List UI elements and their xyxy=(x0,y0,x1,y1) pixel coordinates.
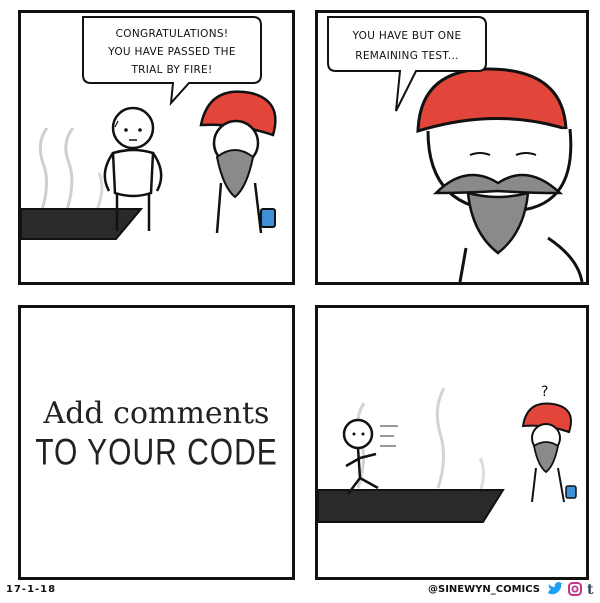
stick-figure-body xyxy=(111,148,155,198)
water-bucket xyxy=(260,208,276,228)
smoke-line xyxy=(64,127,75,214)
comic-date: 17-1-18 xyxy=(6,584,57,595)
sign-text-line1: Add comments xyxy=(43,396,270,431)
panel-1-art: CONGRATULATIONS! YOU HAVE PASSED THE TRI… xyxy=(21,16,277,240)
old-man-beard xyxy=(466,191,530,255)
speech-line: YOU HAVE PASSED THE xyxy=(107,46,236,58)
smoke-line xyxy=(94,172,104,214)
comic-panel-3: Add comments TO YOUR CODE xyxy=(18,305,295,580)
water-bucket xyxy=(565,485,577,499)
tumblr-icon: t xyxy=(587,582,594,598)
hot-coals xyxy=(318,489,505,523)
speech-line: REMAINING TEST... xyxy=(355,50,459,62)
old-man-beard xyxy=(532,441,560,474)
speech-line: TRIAL BY FIRE! xyxy=(130,64,212,76)
stick-figure-head xyxy=(342,418,374,450)
stick-figure-head xyxy=(111,106,155,150)
question-mark: ? xyxy=(541,384,548,400)
smoke-line xyxy=(435,387,446,489)
instagram-icon xyxy=(568,582,582,596)
speech-line: YOU HAVE BUT ONE xyxy=(352,30,462,42)
comic-panel-2: YOU HAVE BUT ONE REMAINING TEST... xyxy=(315,10,589,285)
comic-panel-4: ? xyxy=(315,305,589,580)
panel-2-art: YOU HAVE BUT ONE REMAINING TEST... xyxy=(327,16,584,282)
old-man-turban xyxy=(416,67,568,134)
author-handle: @SINEWYN_COMICS xyxy=(428,584,541,595)
speech-line: CONGRATULATIONS! xyxy=(116,28,229,40)
twitter-icon xyxy=(548,582,563,595)
old-man-beard xyxy=(215,149,255,199)
comic-panel-1: CONGRATULATIONS! YOU HAVE PASSED THE TRI… xyxy=(18,10,295,285)
sign-text-line2: TO YOUR CODE xyxy=(35,431,278,473)
hot-coals xyxy=(21,208,144,240)
smoke-line xyxy=(38,127,49,214)
panel-4-art: ? xyxy=(318,384,577,523)
